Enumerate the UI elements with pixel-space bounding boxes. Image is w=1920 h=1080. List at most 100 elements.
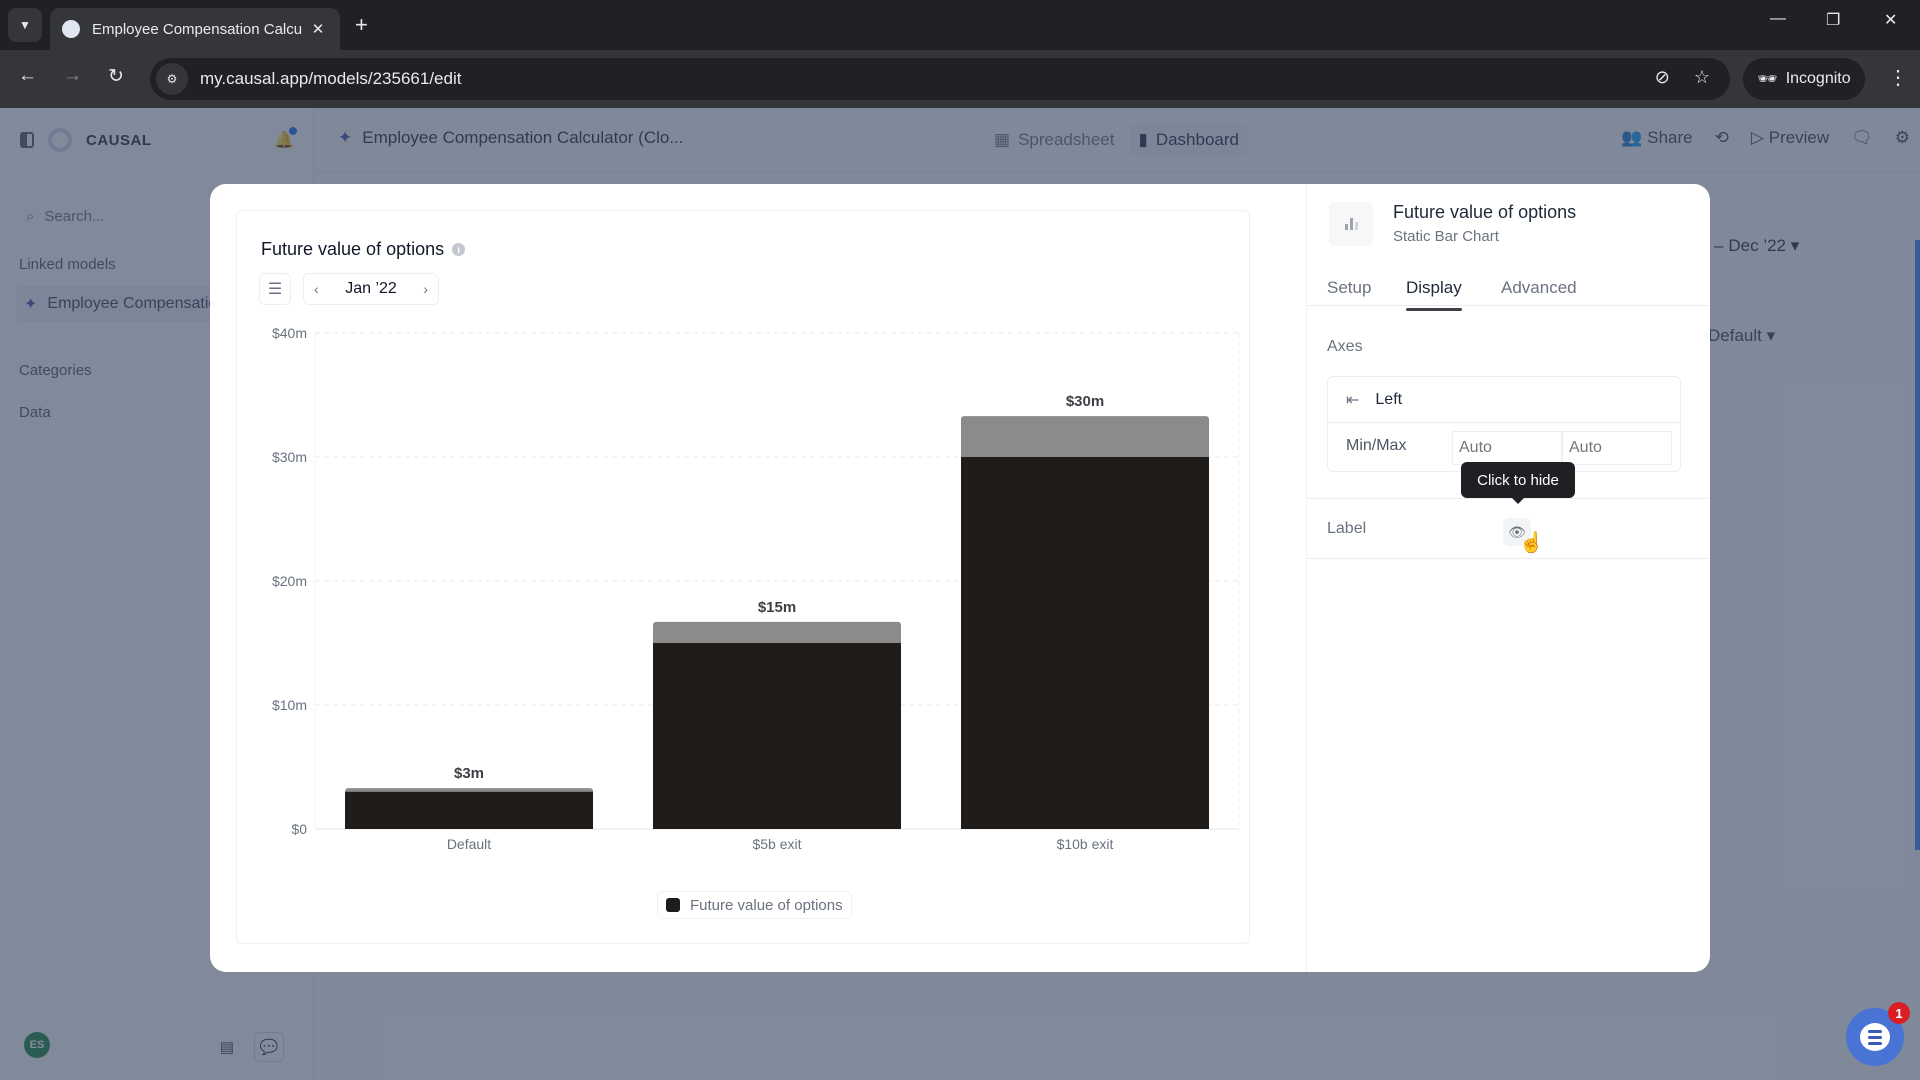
tab-spreadsheet[interactable]: ▦ Spreadsheet	[986, 124, 1122, 156]
data-label: $15m	[758, 599, 796, 616]
causal-logo-icon	[48, 128, 72, 152]
incognito-icon: 🕶	[1757, 71, 1778, 88]
eye-off-icon[interactable]: ⊘	[1655, 67, 1670, 88]
chart-legend[interactable]: Future value of options	[657, 891, 852, 919]
axis-settings-card: ⇤ Left Min/Max	[1327, 376, 1681, 472]
preview-button[interactable]: ▷ Preview	[1751, 128, 1829, 148]
search-placeholder: Search...	[44, 207, 105, 225]
preview-label: Preview	[1768, 128, 1830, 147]
share-label: Share	[1647, 128, 1693, 147]
divider	[1307, 498, 1710, 499]
notifications-bell-icon[interactable]: 🔔	[274, 127, 297, 150]
settings-subtitle: Static Bar Chart	[1393, 228, 1499, 245]
y-tick-label: $40m	[272, 325, 307, 341]
y-tick-label: $0	[291, 821, 307, 837]
chart-title: Future value of options	[261, 239, 445, 259]
scenario-select[interactable]: Default ▾	[1708, 326, 1775, 346]
minimize-icon[interactable]: —	[1770, 10, 1786, 28]
y-tick-label: $20m	[272, 573, 307, 589]
comments-icon[interactable]: 🗨	[1851, 128, 1873, 148]
restore-icon[interactable]: ❐	[1826, 10, 1840, 30]
browser-menu-icon[interactable]: ⋮	[1888, 65, 1908, 90]
user-avatar[interactable]: ES	[24, 1032, 50, 1058]
spreadsheet-icon: ▦	[994, 130, 1011, 149]
label-setting-label: Label	[1327, 520, 1367, 537]
sidebar-item-categories[interactable]: Categories	[19, 362, 92, 379]
back-icon[interactable]: ←	[18, 65, 37, 87]
close-window-icon[interactable]: ✕	[1884, 10, 1897, 30]
tab-dashboard[interactable]: ▮ Dashboard	[1130, 124, 1247, 156]
notification-badge: 1	[1888, 1002, 1910, 1024]
legend-swatch	[666, 898, 680, 912]
bookmark-star-icon[interactable]: ☆	[1694, 67, 1710, 88]
history-icon[interactable]: ⟲	[1715, 128, 1729, 148]
bar	[961, 457, 1209, 829]
axis-max-input[interactable]	[1562, 431, 1672, 465]
bar	[345, 791, 593, 829]
browser-tab[interactable]: Employee Compensation Calcul ✕	[50, 8, 340, 50]
scrollbar[interactable]	[1915, 240, 1920, 850]
bar-chart: $0 $10m $20m $30m $40m $3m Default $15m $5b exit…	[272, 325, 1240, 852]
tab-search-button[interactable]: ▼	[8, 8, 42, 42]
browser-toolbar: ← → ↻ ⚙ my.causal.app/models/235661/edit…	[0, 50, 1920, 108]
arrow-to-left-icon: ⇤	[1346, 391, 1360, 409]
bar-chart-icon	[1329, 202, 1373, 246]
data-label: $3m	[454, 765, 484, 782]
bar-chart-icon: ▮	[1138, 130, 1148, 149]
axes-section-label: Axes	[1327, 338, 1363, 355]
reload-icon[interactable]: ↻	[108, 65, 124, 88]
tab-advanced[interactable]: Advanced	[1501, 278, 1577, 298]
hand-cursor-icon: ☝	[1519, 532, 1544, 554]
settings-title[interactable]: Future value of options	[1393, 202, 1576, 223]
users-icon: 👥	[1621, 128, 1643, 147]
chart-editor-modal: Future value of options i ☰ ‹ Jan ’22 › …	[210, 184, 1710, 972]
axis-min-input[interactable]	[1452, 431, 1562, 465]
incognito-label: Incognito	[1785, 70, 1851, 87]
forward-icon[interactable]: →	[63, 65, 82, 87]
feedback-chat-icon[interactable]: 💬	[254, 1032, 284, 1062]
hamburger-icon: ☰	[267, 281, 283, 298]
sparkle-icon: ✦	[338, 128, 353, 147]
x-tick-label: $10b exit	[1057, 836, 1114, 852]
y-tick-label: $30m	[272, 449, 307, 465]
info-icon[interactable]: i	[452, 243, 466, 256]
new-tab-button[interactable]: +	[355, 12, 368, 38]
settings-gear-icon[interactable]: ⚙	[1895, 128, 1910, 148]
date-range-label: 2 – Dec ’22	[1700, 236, 1786, 255]
chevron-left-icon[interactable]: ‹	[314, 281, 319, 297]
tab-title: Employee Compensation Calcul	[92, 20, 302, 38]
tab-dashboard-label: Dashboard	[1155, 130, 1239, 149]
docs-book-icon[interactable]: ▤	[212, 1032, 242, 1062]
tab-setup[interactable]: Setup	[1327, 278, 1371, 298]
date-range-select[interactable]: 2 – Dec ’22 ▾	[1700, 236, 1799, 256]
chart-menu-button[interactable]: ☰	[259, 273, 291, 305]
site-info-icon[interactable]: ⚙	[156, 63, 188, 95]
minmax-label: Min/Max	[1346, 437, 1407, 454]
divider	[1307, 558, 1710, 559]
date-label: Jan ’22	[345, 280, 397, 297]
play-icon: ▷	[1750, 128, 1764, 147]
model-title[interactable]: Employee Compensation Calculator (Clo...	[362, 128, 683, 148]
settings-tabs: Setup Display Advanced	[1307, 256, 1710, 311]
incognito-indicator[interactable]: 🕶 Incognito	[1743, 58, 1865, 100]
date-navigator: ‹ Jan ’22 ›	[303, 273, 439, 305]
url-text[interactable]: my.causal.app/models/235661/edit	[200, 69, 461, 89]
sidebar-toggle-icon[interactable]	[20, 132, 34, 148]
y-tick-label: $10m	[272, 697, 307, 713]
legend-label: Future value of options	[690, 896, 843, 914]
tab-display[interactable]: Display	[1406, 278, 1462, 311]
sidebar-item-data[interactable]: Data	[19, 404, 51, 421]
tooltip: Click to hide	[1461, 462, 1575, 504]
brand-name: CAUSAL	[86, 131, 152, 149]
axis-side-label: Left	[1375, 390, 1403, 408]
tab-spreadsheet-label: Spreadsheet	[1018, 130, 1115, 149]
close-tab-icon[interactable]: ✕	[308, 20, 328, 38]
x-tick-label: $5b exit	[752, 836, 801, 852]
share-button[interactable]: 👥 Share	[1621, 128, 1692, 148]
address-bar[interactable]: ⚙ my.causal.app/models/235661/edit ⊘ ☆	[150, 58, 1730, 100]
favicon-icon	[62, 20, 80, 38]
sparkle-icon: ✦	[24, 296, 38, 313]
chat-icon	[1860, 1023, 1890, 1051]
chevron-right-icon[interactable]: ›	[423, 281, 428, 297]
support-chat-button[interactable]: 1	[1846, 1002, 1910, 1066]
